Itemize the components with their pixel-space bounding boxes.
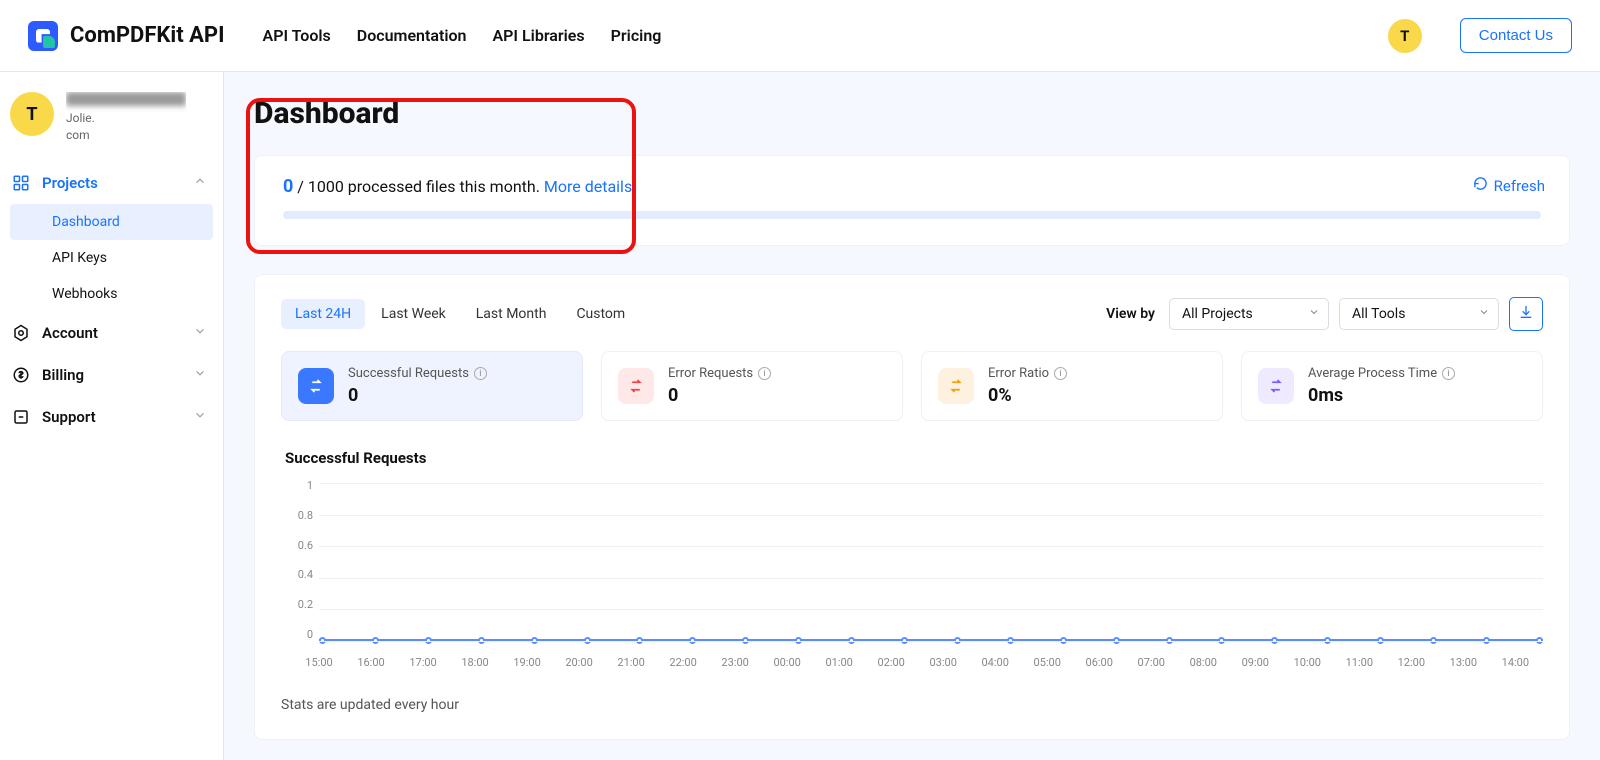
metric-label: Error Ratioi xyxy=(988,366,1067,381)
refresh-button[interactable]: Refresh xyxy=(1473,176,1545,195)
stats-footer: Stats are updated every hour xyxy=(281,697,1543,713)
view-by-label: View by xyxy=(1106,306,1155,322)
sidebar-item-api-keys[interactable]: API Keys xyxy=(10,240,213,276)
metric-label: Average Process Timei xyxy=(1308,366,1455,381)
sidebar-account-header[interactable]: Account xyxy=(0,312,223,354)
sidebar-billing-label: Billing xyxy=(42,366,84,384)
project-select[interactable]: All Projects xyxy=(1169,298,1329,330)
metric-label: Successful Requestsi xyxy=(348,366,487,381)
sidebar-user-line2: Jolie. xyxy=(66,110,186,127)
user-avatar[interactable]: T xyxy=(1388,19,1422,53)
sidebar-support-label: Support xyxy=(42,408,96,426)
metric-label: Error Requestsi xyxy=(668,366,771,381)
brand[interactable]: ComPDFKit API xyxy=(28,21,225,51)
metric-avg-process-time[interactable]: Average Process Timei 0ms xyxy=(1241,351,1543,421)
nav-pricing[interactable]: Pricing xyxy=(611,26,662,45)
swap-icon xyxy=(938,368,974,404)
sidebar-account-label: Account xyxy=(42,324,98,342)
nav-api-libraries[interactable]: API Libraries xyxy=(492,26,584,45)
metric-error-requests[interactable]: Error Requestsi 0 xyxy=(601,351,903,421)
brand-name: ComPDFKit API xyxy=(70,23,225,48)
sidebar-support-header[interactable]: Support xyxy=(0,396,223,438)
top-nav: ComPDFKit API API Tools Documentation AP… xyxy=(0,0,1600,72)
info-icon: i xyxy=(1442,367,1455,380)
nav-links: API Tools Documentation API Libraries Pr… xyxy=(263,26,662,45)
tool-select-value: All Tools xyxy=(1352,306,1405,322)
grid-icon xyxy=(12,174,30,192)
usage-progress-bar xyxy=(283,211,1541,219)
swap-icon xyxy=(1258,368,1294,404)
sidebar-user-name-redacted xyxy=(66,92,186,106)
sidebar-user: T Jolie. com xyxy=(0,84,223,162)
sidebar-user-info: Jolie. com xyxy=(66,92,186,144)
usage-card: 0 / 1000 processed files this month. Mor… xyxy=(254,155,1570,246)
metric-value: 0ms xyxy=(1308,385,1455,406)
chevron-down-icon xyxy=(1478,306,1490,322)
page-title: Dashboard xyxy=(254,96,1570,131)
metric-value: 0 xyxy=(348,385,487,406)
range-tab-last-week[interactable]: Last Week xyxy=(367,299,460,329)
support-icon xyxy=(12,408,30,426)
sidebar-item-dashboard[interactable]: Dashboard xyxy=(10,204,213,240)
chevron-down-icon xyxy=(193,324,207,342)
tool-select[interactable]: All Tools xyxy=(1339,298,1499,330)
chart-plot xyxy=(319,483,1543,641)
chevron-down-icon xyxy=(193,366,207,384)
chevron-down-icon xyxy=(193,408,207,426)
refresh-icon xyxy=(1473,176,1488,195)
sidebar-projects-label: Projects xyxy=(42,174,98,192)
metric-successful-requests[interactable]: Successful Requestsi 0 xyxy=(281,351,583,421)
swap-icon xyxy=(298,368,334,404)
metric-error-ratio[interactable]: Error Ratioi 0% xyxy=(921,351,1223,421)
nav-api-tools[interactable]: API Tools xyxy=(263,26,331,45)
chart-y-labels: 10.80.60.40.20 xyxy=(285,479,313,641)
chart-x-labels: 15:0016:0017:0018:0019:0020:0021:0022:00… xyxy=(319,656,1543,669)
chevron-down-icon xyxy=(1308,306,1320,322)
more-details-link[interactable]: More details xyxy=(544,177,632,196)
range-tab-custom[interactable]: Custom xyxy=(562,299,639,329)
project-select-value: All Projects xyxy=(1182,306,1253,322)
info-icon: i xyxy=(474,367,487,380)
nav-documentation[interactable]: Documentation xyxy=(357,26,467,45)
sidebar-billing-header[interactable]: Billing xyxy=(0,354,223,396)
refresh-label: Refresh xyxy=(1494,177,1545,195)
swap-icon xyxy=(618,368,654,404)
chart: 10.80.60.40.20 15:0016:0017:0018:0019:00… xyxy=(285,479,1543,669)
usage-processed-count: 0 xyxy=(283,176,293,197)
info-icon: i xyxy=(758,367,771,380)
sidebar-user-line3: com xyxy=(66,127,186,144)
sidebar-projects-header[interactable]: Projects xyxy=(0,162,223,204)
stats-toolbar: Last 24H Last Week Last Month Custom Vie… xyxy=(281,297,1543,331)
range-tab-last-24h[interactable]: Last 24H xyxy=(281,299,365,329)
download-button[interactable] xyxy=(1509,297,1543,331)
metric-row: Successful Requestsi 0 Error Requestsi 0 xyxy=(281,351,1543,421)
info-icon: i xyxy=(1054,367,1067,380)
sidebar: T Jolie. com Projects Dashboard API Keys xyxy=(0,72,224,760)
sidebar-avatar: T xyxy=(10,92,54,136)
chart-title: Successful Requests xyxy=(285,449,1543,467)
dollar-icon xyxy=(12,366,30,384)
chevron-up-icon xyxy=(193,174,207,192)
sidebar-item-webhooks[interactable]: Webhooks xyxy=(10,276,213,312)
contact-us-button[interactable]: Contact Us xyxy=(1460,18,1572,53)
range-tabs: Last 24H Last Week Last Month Custom xyxy=(281,299,639,329)
usage-limit-text: / 1000 processed files this month. xyxy=(293,177,544,196)
metric-value: 0% xyxy=(988,385,1067,406)
usage-text: 0 / 1000 processed files this month. Mor… xyxy=(283,176,1541,197)
brand-logo-icon xyxy=(28,21,58,51)
download-icon xyxy=(1518,304,1534,324)
settings-icon xyxy=(12,324,30,342)
sidebar-projects-group: Projects Dashboard API Keys Webhooks xyxy=(0,162,223,312)
stats-card: Last 24H Last Week Last Month Custom Vie… xyxy=(254,274,1570,740)
metric-value: 0 xyxy=(668,385,771,406)
range-tab-last-month[interactable]: Last Month xyxy=(462,299,561,329)
main-content: Dashboard 0 / 1000 processed files this … xyxy=(224,72,1600,760)
